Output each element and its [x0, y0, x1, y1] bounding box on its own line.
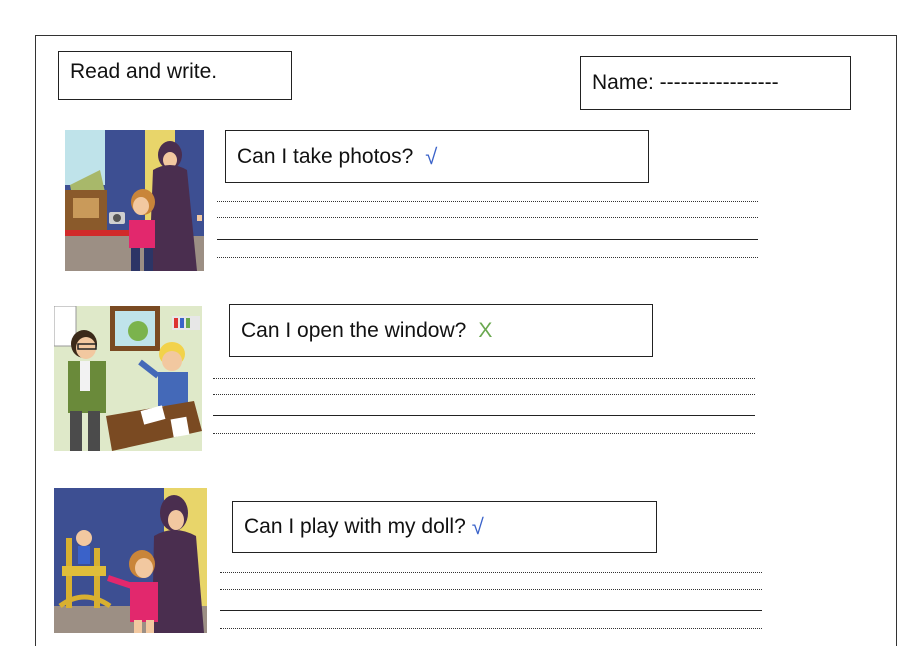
cross-icon: X [478, 318, 493, 342]
doll-play-illustration [54, 488, 207, 633]
question-box-2: Can I open the window? X [229, 304, 653, 357]
answer-guide-line [217, 201, 758, 202]
answer-guide-line [213, 433, 755, 434]
answer-baseline [213, 415, 755, 416]
check-icon: √ [425, 143, 438, 169]
answer-guide-line [217, 217, 758, 218]
question-text-3: Can I play with my doll? [244, 515, 466, 538]
question-text-2: Can I open the window? [241, 318, 467, 342]
museum-photo-illustration [65, 130, 204, 271]
name-field[interactable]: Name: ----------------- [580, 56, 851, 110]
question-text-1: Can I take photos? [237, 144, 414, 168]
name-label: Name: ----------------- [592, 71, 779, 94]
question-box-3: Can I play with my doll? √ [232, 501, 657, 553]
answer-guide-line [220, 572, 762, 573]
answer-guide-line [213, 394, 755, 395]
question-box-1: Can I take photos? √ [225, 130, 649, 183]
answer-guide-line [217, 257, 758, 258]
classroom-window-illustration [54, 306, 202, 451]
answer-guide-line [220, 589, 762, 590]
instruction-text: Read and write. [70, 60, 218, 83]
answer-guide-line [220, 628, 762, 629]
check-icon: √ [471, 514, 484, 539]
answer-baseline [217, 239, 758, 240]
instruction-box: Read and write. [58, 51, 292, 100]
answer-guide-line [213, 378, 755, 379]
answer-baseline [220, 610, 762, 611]
